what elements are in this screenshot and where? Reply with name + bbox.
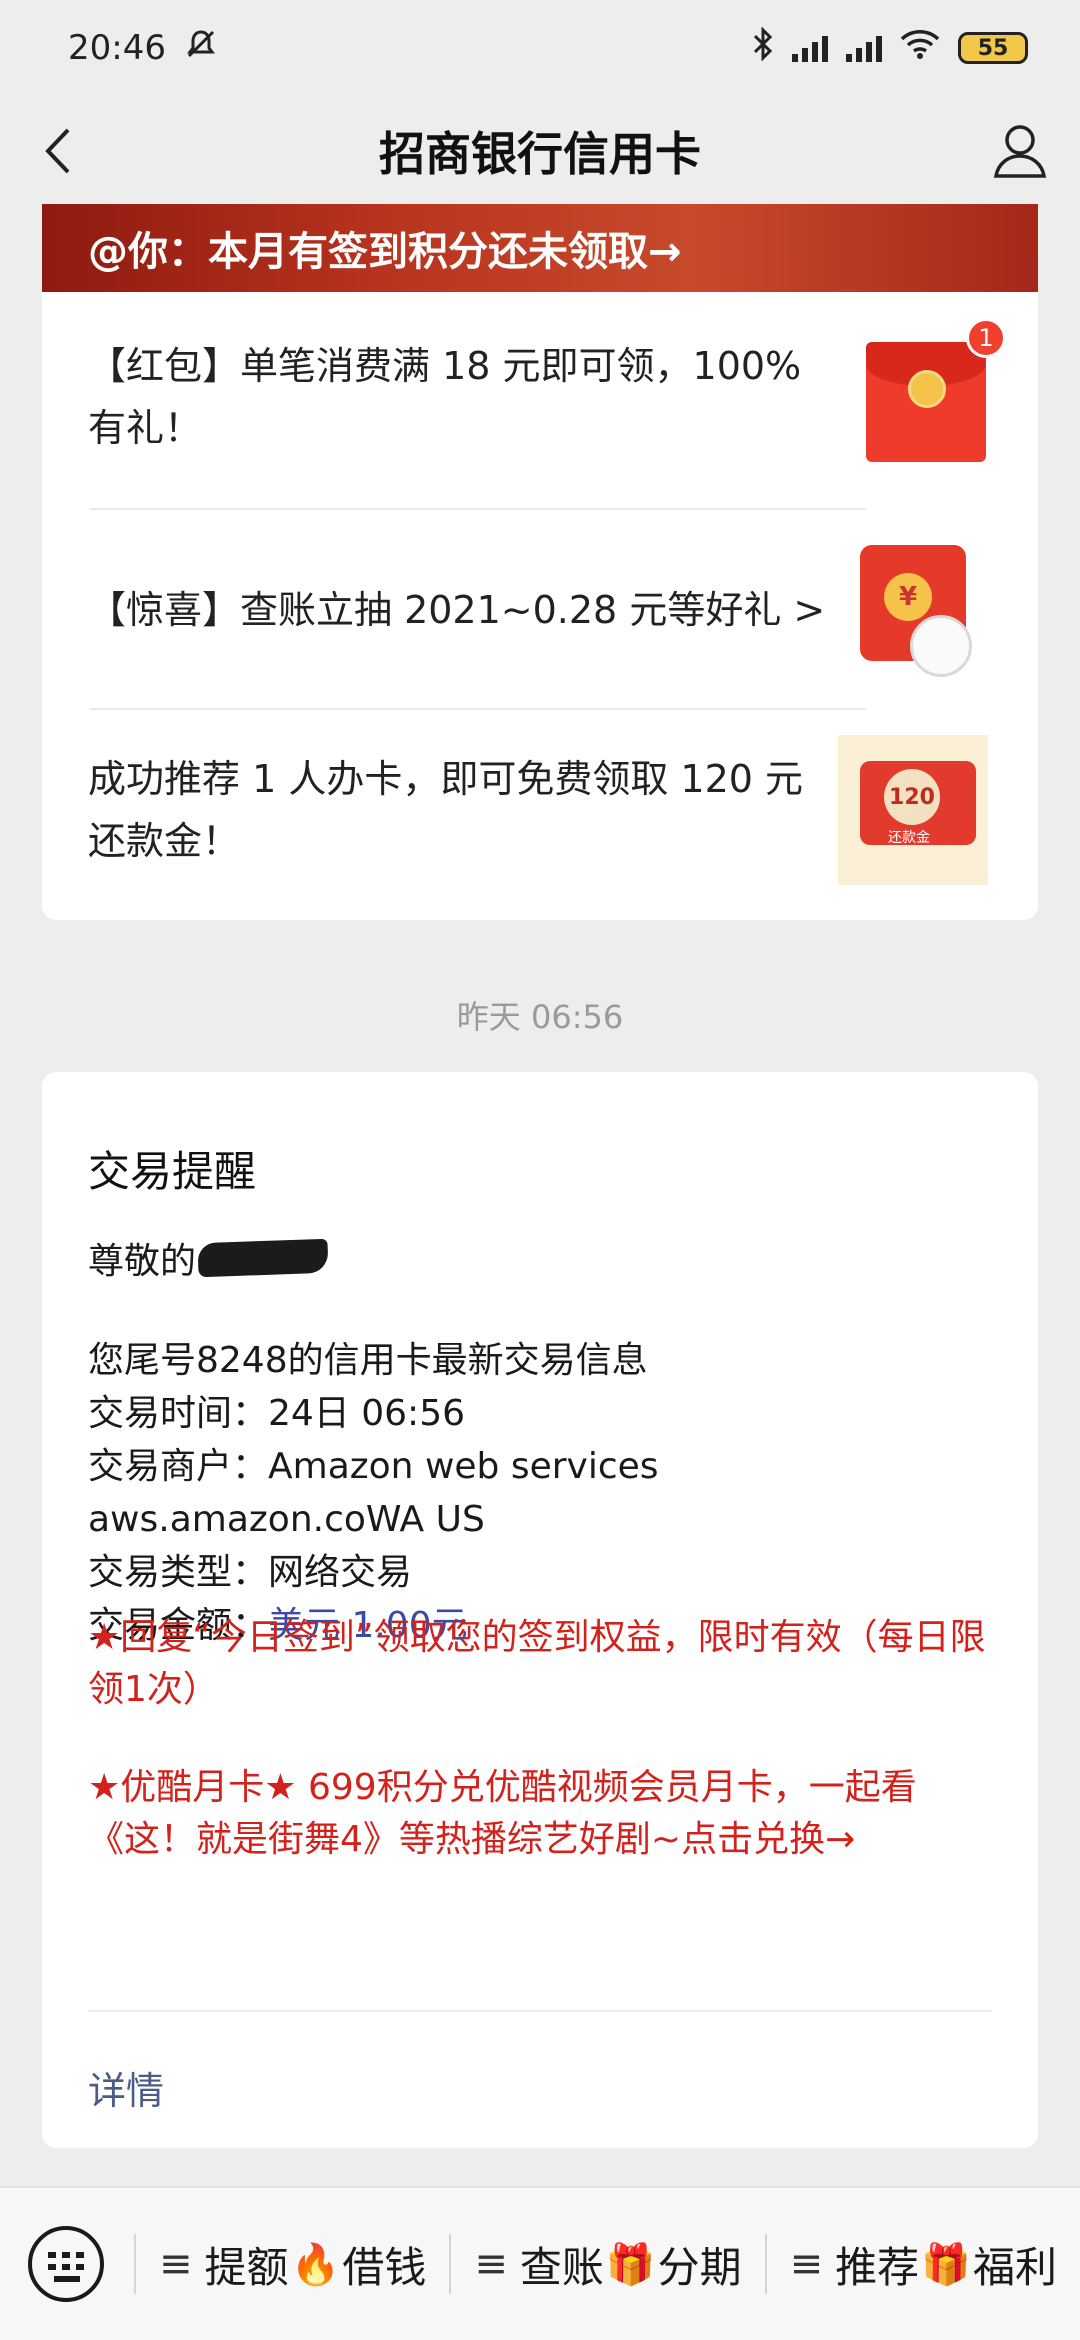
status-bar: 20:46 55 — [0, 0, 1080, 96]
message-greeting: 尊敬的 — [88, 1232, 329, 1284]
detail-line: 您尾号8248的信用卡最新交易信息 — [88, 1340, 648, 1381]
divider — [90, 708, 866, 710]
wifi-icon — [900, 28, 940, 69]
divider — [88, 2010, 992, 2012]
promo-item-text: 成功推荐 1 人办卡，即可免费领取 120 元还款金！ — [88, 757, 804, 863]
menu-icon: ≡ — [158, 2241, 193, 2287]
bluetooth-icon — [752, 25, 774, 70]
signin-banner[interactable]: @你：本月有签到积分还未领取→ — [42, 204, 1038, 292]
message-title: 交易提醒 — [88, 1147, 257, 1196]
menu-icon: ≡ — [789, 2241, 824, 2287]
lucky-draw-icon: ¥ — [838, 535, 988, 685]
user-profile-icon[interactable] — [988, 118, 1052, 182]
mute-icon — [184, 27, 218, 70]
detail-line: 交易类型：网络交易 — [88, 1552, 413, 1593]
battery-icon: 55 — [958, 32, 1028, 64]
youku-offer-link[interactable]: ★优酷月卡★ 699积分兑优酷视频会员月卡，一起看《这！就是街舞4》等热播综艺好… — [88, 1762, 988, 1866]
status-time: 20:46 — [68, 28, 166, 68]
promo-item-text: 【红包】单笔消费满 18 元即可领，100% 有礼！ — [88, 344, 802, 450]
signal-icon — [792, 34, 828, 62]
repayment-cash-icon: 120 还款金 — [838, 735, 988, 885]
redacted-name — [197, 1238, 329, 1278]
divider — [90, 508, 866, 510]
message-timestamp: 昨天 06:56 — [456, 998, 624, 1036]
menu-icon: ≡ — [474, 2241, 508, 2287]
promo-item-text: 【惊喜】查账立抽 2021~0.28 元等好礼 > — [88, 588, 826, 632]
menu-credit-loan[interactable]: ≡ 提额 🔥 借钱 — [136, 2188, 449, 2340]
fire-icon: 🔥 — [290, 2241, 341, 2288]
gift-icon: 🎁 — [605, 2241, 656, 2288]
signin-reply-note: ★回复“今日签到”领取您的签到权益，限时有效（每日限领1次） — [88, 1617, 986, 1710]
promo-item-referral[interactable]: 成功推荐 1 人办卡，即可免费领取 120 元还款金！ 120 还款金 — [88, 722, 988, 898]
transaction-alert-card[interactable]: 交易提醒 尊敬的 您尾号8248的信用卡最新交易信息 交易时间：24日 06:5… — [42, 1072, 1038, 2148]
promo-item-surprise[interactable]: 【惊喜】查账立抽 2021~0.28 元等好礼 > ¥ — [88, 522, 988, 698]
back-arrow-icon[interactable] — [36, 124, 86, 178]
red-packet-icon: 1 — [866, 318, 1006, 462]
gift-icon: 🎁 — [921, 2241, 971, 2288]
page-title: 招商银行信用卡 — [379, 127, 701, 181]
promo-item-redpacket[interactable]: 【红包】单笔消费满 18 元即可领，100% 有礼！ 1 — [88, 318, 1006, 472]
transaction-details: 您尾号8248的信用卡最新交易信息 交易时间：24日 06:56 交易商户：Am… — [88, 1334, 659, 1652]
detail-line: 交易商户：Amazon web services — [88, 1446, 659, 1487]
keyboard-icon[interactable] — [28, 2226, 104, 2302]
notification-badge: 1 — [966, 318, 1006, 358]
nav-bar: 招商银行信用卡 — [0, 96, 1080, 206]
detail-line: aws.amazon.coWA US — [88, 1499, 485, 1540]
signal-icon — [846, 34, 882, 62]
detail-line: 交易时间：24日 06:56 — [88, 1393, 465, 1434]
promo-card: @你：本月有签到积分还未领取→ 【红包】单笔消费满 18 元即可领，100% 有… — [42, 204, 1038, 920]
details-link[interactable]: 详情 — [88, 2060, 164, 2115]
menu-referral-benefits[interactable]: ≡ 推荐 🎁 福利 — [767, 2188, 1080, 2340]
bottom-menu-bar: ≡ 提额 🔥 借钱 ≡ 查账 🎁 分期 ≡ 推荐 🎁 福利 — [0, 2186, 1080, 2340]
menu-bill-installment[interactable]: ≡ 查账 🎁 分期 — [451, 2188, 764, 2340]
